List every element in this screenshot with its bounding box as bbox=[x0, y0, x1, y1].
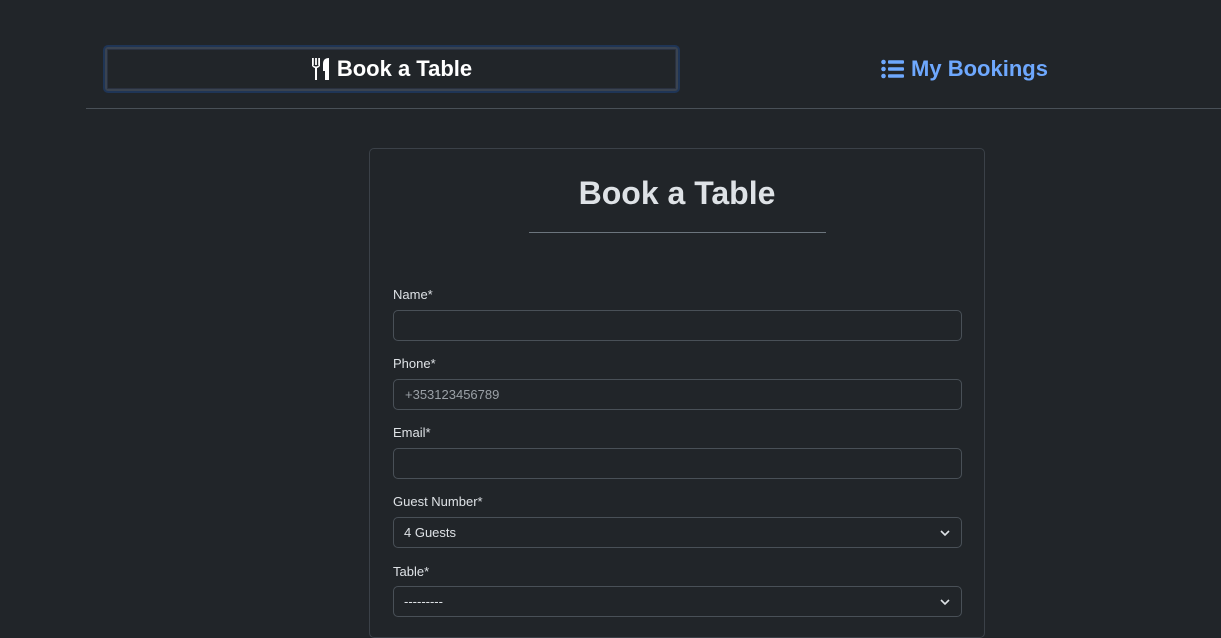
chevron-down-icon bbox=[940, 530, 950, 537]
table-select[interactable]: --------- bbox=[393, 586, 962, 617]
list-icon bbox=[881, 59, 905, 79]
guest-number-selected: 4 Guests bbox=[404, 525, 457, 540]
title-divider bbox=[529, 232, 826, 233]
chevron-down-icon bbox=[940, 599, 950, 606]
form-title: Book a Table bbox=[578, 175, 776, 211]
name-label: Name* bbox=[393, 287, 433, 302]
email-label: Email* bbox=[393, 425, 431, 440]
top-nav: Book a Table My Bookings bbox=[86, 0, 1221, 109]
tab-my-bookings[interactable]: My Bookings bbox=[678, 47, 1221, 91]
guest-number-select[interactable]: 4 Guests bbox=[393, 517, 962, 548]
guest-number-label: Guest Number* bbox=[393, 494, 483, 509]
table-selected: --------- bbox=[404, 594, 443, 609]
utensils-icon bbox=[311, 58, 329, 80]
table-label: Table* bbox=[393, 564, 430, 579]
tab-my-bookings-label: My Bookings bbox=[911, 56, 1048, 81]
phone-label: Phone* bbox=[393, 356, 436, 371]
tab-book-a-table-label: Book a Table bbox=[336, 56, 473, 81]
tab-book-a-table[interactable]: Book a Table bbox=[105, 47, 678, 91]
booking-form-card: Book a Table Name* Phone* Email* Guest N… bbox=[369, 148, 985, 638]
email-input[interactable] bbox=[393, 448, 962, 479]
name-input[interactable] bbox=[393, 310, 962, 341]
phone-input[interactable] bbox=[393, 379, 962, 410]
